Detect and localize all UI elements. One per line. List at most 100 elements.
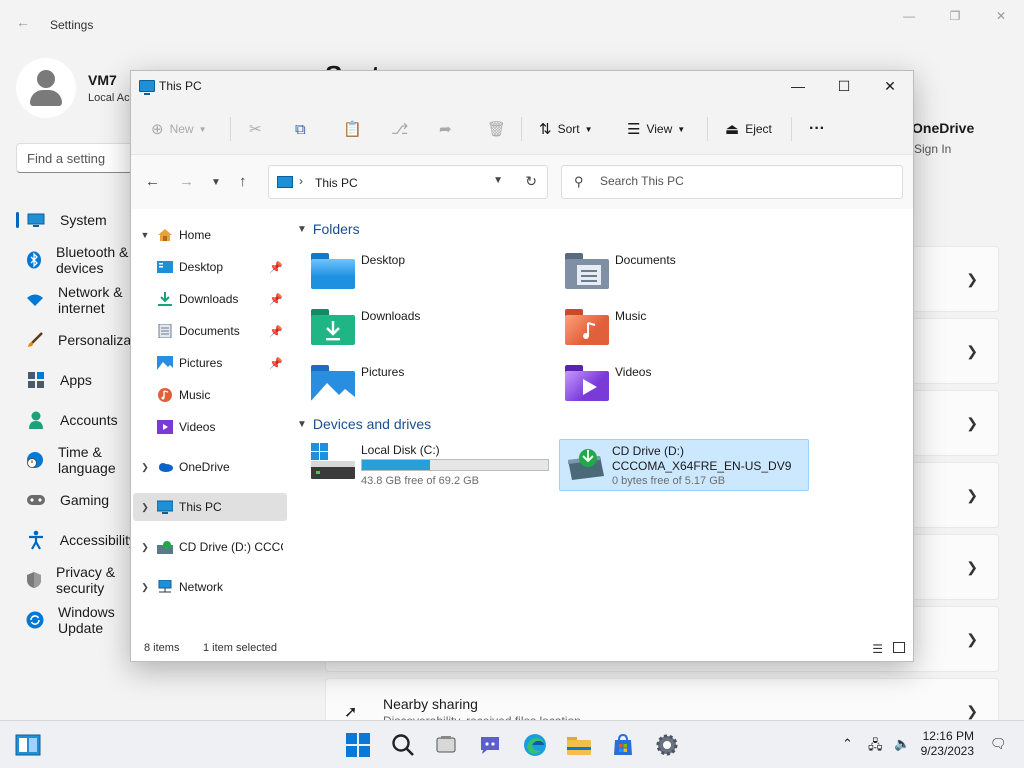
breadcrumb[interactable]: This PC (315, 176, 358, 190)
more-options-icon[interactable]: ··· (809, 117, 825, 141)
close-icon[interactable]: ✕ (978, 0, 1024, 32)
nav-item-time-language[interactable]: Time & language (16, 440, 136, 480)
tree-item-this-pc[interactable]: ❯ This PC (133, 493, 287, 521)
cd-drive-icon (568, 449, 604, 480)
status-selection: 1 item selected (203, 642, 277, 654)
rename-button[interactable]: ⎇ (391, 117, 414, 141)
nav-item-windows-update[interactable]: Windows Update (16, 600, 136, 640)
drive-tile-cd-drive[interactable]: CD Drive (D:) CCCOMA_X64FRE_EN-US_DV9 0 … (559, 439, 809, 491)
folder-tile-documents[interactable]: Documents (565, 251, 815, 301)
nav-item-label: Accounts (60, 412, 118, 428)
chevron-right-icon: ❯ (966, 487, 978, 503)
sort-icon: ⇅ (539, 121, 552, 138)
tree-item-label: Music (179, 388, 211, 402)
restore-icon[interactable]: ❐ (932, 0, 978, 32)
sort-button[interactable]: ⇅ Sort ▼ (539, 117, 593, 141)
new-button[interactable]: ⊕ New ▼ (151, 117, 207, 141)
store-icon[interactable] (609, 731, 637, 759)
nav-item-system[interactable]: System (16, 200, 136, 240)
refresh-icon[interactable]: ↻ (525, 173, 537, 190)
folder-tile-pictures[interactable]: Pictures (311, 363, 561, 413)
tree-item-home[interactable]: ▼ Home (133, 221, 287, 249)
close-icon[interactable]: ✕ (867, 71, 913, 101)
eject-button[interactable]: ⏏ Eject (725, 117, 772, 141)
chevron-up-icon[interactable]: ⌃ (842, 736, 853, 752)
search-icon[interactable] (389, 731, 417, 759)
tree-item-videos[interactable]: Videos (133, 413, 287, 441)
clock[interactable]: 12:16 PM 9/23/2023 (921, 729, 974, 759)
nav-item-network[interactable]: Network & internet (16, 280, 136, 320)
tree-item-desktop[interactable]: Desktop 📌 (133, 253, 287, 281)
forward-arrow-icon[interactable]: → (179, 173, 194, 190)
notifications-icon[interactable]: 🗨 (990, 736, 1007, 752)
network-tray-icon[interactable]: 🖧 (868, 736, 883, 758)
tree-item-network[interactable]: ❯ Network (133, 573, 287, 601)
minimize-icon[interactable]: — (775, 71, 821, 101)
pin-icon[interactable]: 📌 (269, 357, 283, 370)
chevron-down-icon[interactable]: ▼ (133, 230, 157, 240)
onedrive-sign-in-link[interactable]: Sign In (914, 142, 951, 156)
settings-gear-icon[interactable] (653, 731, 681, 759)
view-button[interactable]: ☰ View ▼ (627, 117, 685, 141)
chevron-right-icon[interactable]: ❯ (133, 502, 157, 513)
tree-item-documents[interactable]: Documents 📌 (133, 317, 287, 345)
folders-group-header[interactable]: ▼ Folders (297, 221, 360, 237)
chevron-down-icon[interactable]: ▼ (493, 175, 503, 186)
nav-item-gaming[interactable]: Gaming (16, 480, 136, 520)
tree-item-downloads[interactable]: Downloads 📌 (133, 285, 287, 313)
nav-item-privacy[interactable]: Privacy & security (16, 560, 136, 600)
brush-icon (26, 330, 44, 350)
cut-button[interactable]: ✂ (249, 117, 268, 141)
devices-group-header[interactable]: ▼ Devices and drives (297, 416, 431, 432)
file-explorer-icon[interactable] (565, 731, 593, 759)
search-box[interactable]: ⚲ (561, 165, 903, 199)
search-input[interactable] (600, 174, 890, 188)
pin-icon[interactable]: 📌 (269, 261, 283, 274)
task-view-icon[interactable] (432, 731, 460, 759)
folder-tile-desktop[interactable]: Desktop (311, 251, 561, 301)
pc-icon (277, 176, 293, 188)
avatar[interactable] (16, 58, 76, 118)
nav-item-personalization[interactable]: Personalization (16, 320, 154, 360)
explorer-titlebar[interactable]: This PC — ☐ ✕ (131, 71, 913, 103)
recent-locations-chevron-icon[interactable]: ▼ (211, 177, 221, 188)
new-label: New (169, 122, 194, 136)
tree-item-onedrive[interactable]: ❯ OneDrive (133, 453, 287, 481)
paste-button[interactable]: 📋 (343, 117, 368, 141)
chevron-right-icon[interactable]: ❯ (133, 542, 157, 553)
chevron-right-icon[interactable]: ❯ (133, 582, 157, 593)
edge-icon[interactable] (521, 731, 549, 759)
copy-button[interactable]: ⧉ (295, 117, 312, 141)
nav-item-accounts[interactable]: Accounts (16, 400, 136, 440)
maximize-icon[interactable]: ☐ (821, 71, 867, 101)
cd-drive-icon (157, 540, 173, 554)
back-arrow-icon[interactable]: ← (145, 173, 160, 190)
tree-item-music[interactable]: Music (133, 381, 287, 409)
folder-tile-music[interactable]: Music (565, 307, 815, 357)
folder-tile-videos[interactable]: Videos (565, 363, 815, 413)
chevron-right-icon[interactable]: ❯ (133, 462, 157, 473)
delete-button[interactable]: 🗑 (487, 117, 512, 141)
volume-muted-icon[interactable]: 🔈 (894, 736, 910, 752)
tree-item-cd-drive[interactable]: ❯ CD Drive (D:) CCCOMA_X64FRE_EN-US_DV9 (133, 533, 287, 561)
share-button[interactable]: ➦ (439, 117, 458, 141)
folder-tile-downloads[interactable]: Downloads (311, 307, 561, 357)
hard-disk-icon (311, 443, 355, 479)
back-arrow-icon[interactable]: ← (16, 14, 34, 32)
start-icon[interactable] (344, 731, 372, 759)
pin-icon[interactable]: 📌 (269, 293, 283, 306)
minimize-icon[interactable]: — (886, 0, 932, 32)
drive-tile-local-disk[interactable]: Local Disk (C:) 43.8 GB free of 69.2 GB (309, 439, 555, 491)
widgets-icon[interactable] (14, 731, 42, 759)
address-bar[interactable]: › This PC ▼ ↻ (268, 165, 548, 199)
details-view-icon[interactable]: ☰ (872, 642, 883, 656)
nav-item-accessibility[interactable]: Accessibility (16, 520, 136, 560)
tree-item-pictures[interactable]: Pictures 📌 (133, 349, 287, 377)
nav-item-bluetooth[interactable]: Bluetooth & devices (16, 240, 136, 280)
nav-item-apps[interactable]: Apps (16, 360, 136, 400)
tiles-view-icon[interactable] (893, 642, 905, 653)
teams-chat-icon[interactable] (476, 731, 504, 759)
command-bar: ⊕ New ▼ ✂ ⧉ 📋 ⎇ ➦ 🗑 ⇅ Sort ▼ ☰ View ▼ ⏏ … (131, 103, 913, 155)
pin-icon[interactable]: 📌 (269, 325, 283, 338)
up-arrow-icon[interactable]: ↑ (239, 173, 247, 190)
